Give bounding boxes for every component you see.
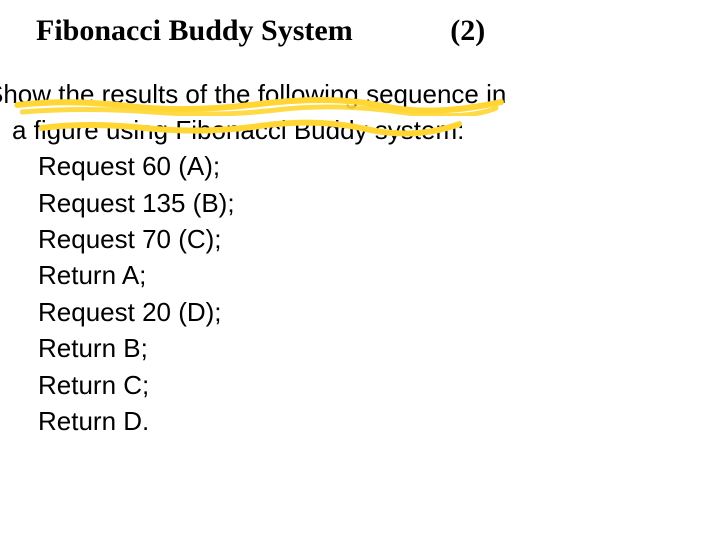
intro-line-1: Show the results of the following sequen… (0, 79, 506, 109)
intro-line-1-wrap: Show the results of the following sequen… (12, 76, 506, 112)
sequence-step: Request 60 (A); (36, 148, 684, 184)
sequence-step: Return D. (36, 403, 684, 439)
sequence-step: Request 70 (C); (36, 221, 684, 257)
intro-line-2-wrap: a figure using Fibonacci Buddy system: (38, 112, 464, 148)
sequence-step: Request 20 (D); (36, 294, 684, 330)
sequence-step: Return A; (36, 257, 684, 293)
intro-line-2: a figure using Fibonacci Buddy system: (12, 115, 464, 145)
slide-title: Fibonacci Buddy System (36, 14, 353, 47)
sequence-step: Return B; (36, 330, 684, 366)
title-gap (353, 14, 451, 47)
sequence-step: Request 135 (B); (36, 185, 684, 221)
slide-counter: (2) (450, 14, 485, 47)
sequence-step: Return C; (36, 367, 684, 403)
slide: Fibonacci Buddy System (2) Show the resu… (0, 0, 720, 540)
slide-body: Show the results of the following sequen… (36, 76, 684, 440)
slide-title-row: Fibonacci Buddy System (2) (36, 12, 684, 50)
intro-block: Show the results of the following sequen… (36, 76, 684, 149)
